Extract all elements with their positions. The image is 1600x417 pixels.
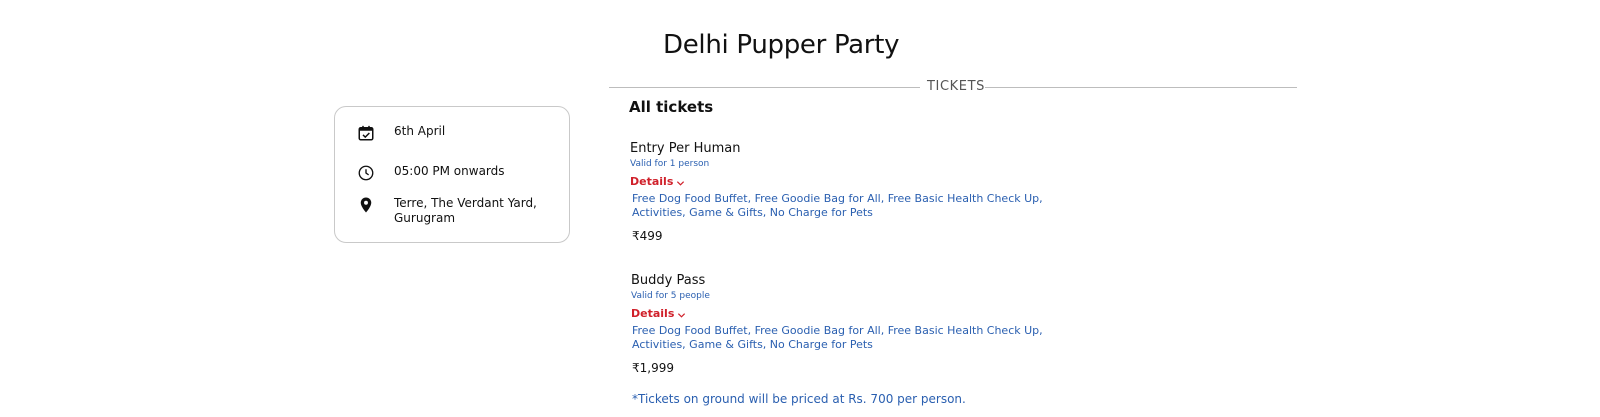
ticket-details-toggle[interactable]: Details [630, 175, 685, 189]
ticket-benefits: Free Dog Food Buffet, Free Goodie Bag fo… [632, 324, 1043, 351]
ticket-validity: Valid for 1 person [630, 159, 710, 169]
ticket-card: Entry Per Human Valid for 1 person Detai… [630, 140, 1090, 243]
clock-icon [357, 164, 375, 182]
location-pin-icon [357, 196, 375, 214]
event-title: Delhi Pupper Party [663, 30, 900, 60]
chevron-down-icon [678, 313, 686, 318]
ticket-card: Buddy Pass Valid for 5 people Details Fr… [630, 272, 1090, 375]
all-tickets-heading: All tickets [629, 98, 714, 116]
divider-line-right [985, 87, 1297, 88]
calendar-check-icon [357, 124, 375, 142]
tickets-divider: TICKETS [609, 77, 1297, 97]
event-venue: Terre, The Verdant Yard, Gurugram [394, 196, 537, 225]
ticket-details-label: Details [631, 307, 675, 320]
ticket-name: Buddy Pass [631, 273, 706, 288]
tickets-footnote: *Tickets on ground will be priced at Rs.… [632, 392, 966, 406]
ticket-details-label: Details [630, 175, 674, 188]
ticket-price: ₹1,999 [632, 361, 674, 375]
tickets-divider-label: TICKETS [927, 79, 985, 94]
event-time: 05:00 PM onwards [394, 164, 505, 178]
ticket-benefits: Free Dog Food Buffet, Free Goodie Bag fo… [632, 192, 1043, 219]
chevron-down-icon [677, 181, 685, 186]
ticket-name: Entry Per Human [630, 141, 741, 156]
ticket-price: ₹499 [632, 229, 663, 243]
ticket-validity: Valid for 5 people [631, 291, 710, 301]
divider-line-left [609, 87, 920, 88]
event-date: 6th April [394, 124, 446, 138]
event-info-card: 6th April 05:00 PM onwards Terre, The Ve… [334, 106, 570, 243]
ticket-details-toggle[interactable]: Details [630, 307, 686, 321]
